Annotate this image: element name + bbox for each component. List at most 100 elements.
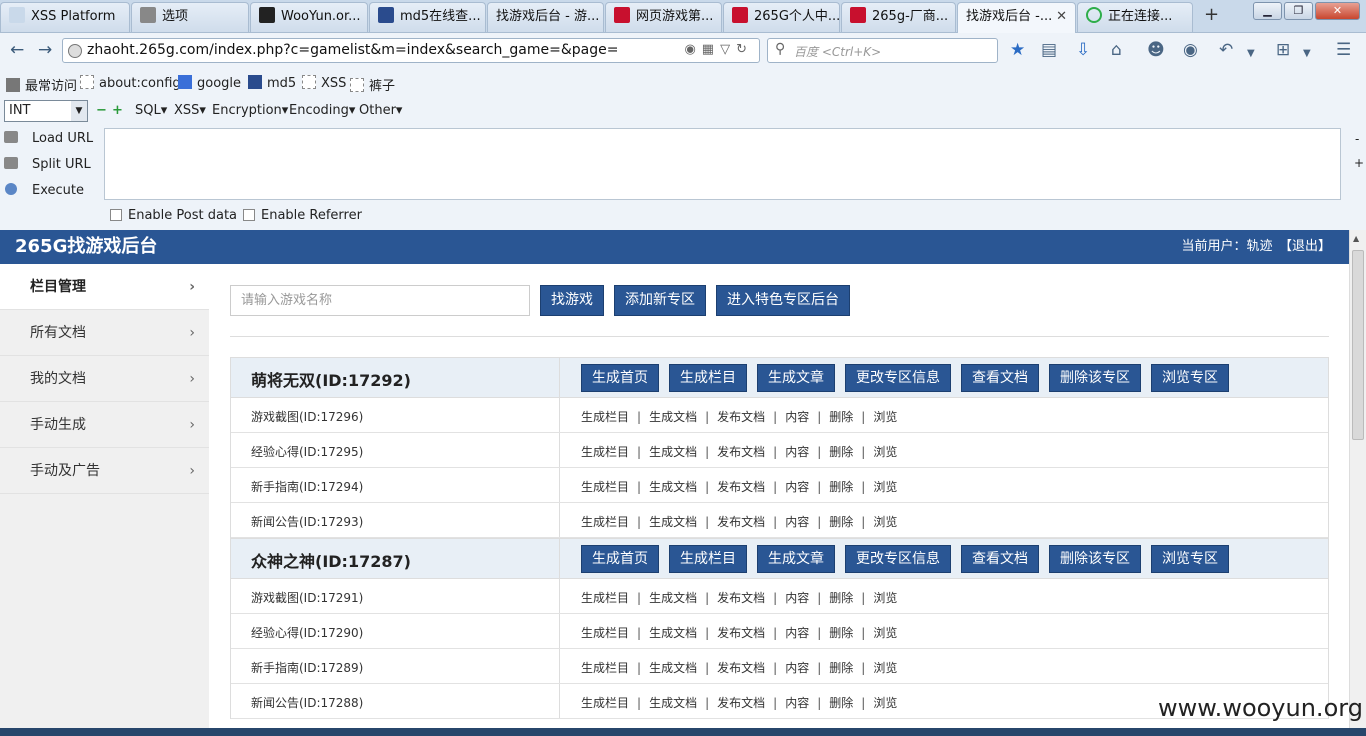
hackbar-menu-0[interactable]: SQL▾ [135, 103, 167, 118]
row-action-link[interactable]: 浏览 [873, 591, 897, 605]
row-action-link[interactable]: 浏览 [873, 515, 897, 529]
row-action-link[interactable]: 删除 [829, 445, 853, 459]
sidebar-item-2[interactable]: 我的文档 › [0, 356, 209, 402]
bookmark-star-icon[interactable]: ★ [1010, 40, 1025, 60]
row-action-link[interactable]: 生成栏目 [581, 410, 629, 424]
row-action-link[interactable]: 删除 [829, 696, 853, 710]
hackbar-action-2[interactable]: Execute [4, 183, 84, 198]
tab-3[interactable]: WooYun.or... [250, 2, 368, 32]
hackbar-action-0[interactable]: Load URL [4, 131, 93, 146]
row-action-link[interactable]: 生成栏目 [581, 626, 629, 640]
zone-action-button[interactable]: 查看文档 [961, 364, 1039, 392]
current-user-logout[interactable]: 当前用户：轨迹 【退出】 [1181, 235, 1331, 254]
zone-action-button[interactable]: 更改专区信息 [845, 545, 951, 573]
row-action-link[interactable]: 生成文档 [649, 661, 697, 675]
toolbar-button-0[interactable]: 找游戏 [540, 285, 604, 316]
download-icon[interactable]: ⇩ [1076, 40, 1090, 60]
row-action-link[interactable]: 发布文档 [717, 445, 765, 459]
row-action-link[interactable]: 内容 [785, 696, 809, 710]
row-action-link[interactable]: 删除 [829, 515, 853, 529]
sidebar-item-0[interactable]: 栏目管理 › [0, 264, 209, 310]
toolbar-button-2[interactable]: 进入特色专区后台 [716, 285, 850, 316]
minus-green-icon[interactable]: − [96, 103, 107, 118]
new-tab-button[interactable]: + [1204, 4, 1219, 25]
row-action-link[interactable]: 生成文档 [649, 626, 697, 640]
tab-5[interactable]: 找游戏后台 - 游... [487, 2, 604, 32]
hackbar-action-1[interactable]: Split URL [4, 157, 91, 172]
row-action-link[interactable]: 浏览 [873, 626, 897, 640]
tab-8[interactable]: 265g-厂商... [841, 2, 956, 32]
tab-6[interactable]: 网页游戏第... [605, 2, 722, 32]
bookmark-item[interactable]: 最常访问 [6, 75, 77, 94]
row-action-link[interactable]: 内容 [785, 445, 809, 459]
plus-green-icon[interactable]: + [112, 103, 123, 118]
reload-icon[interactable]: ◉▦▽↻ [684, 42, 753, 57]
scroll-up-icon[interactable]: ▲ [1353, 234, 1359, 243]
chat-icon[interactable]: ◉ [1183, 40, 1198, 60]
zone-action-button[interactable]: 生成栏目 [669, 545, 747, 573]
row-action-link[interactable]: 发布文档 [717, 591, 765, 605]
row-action-link[interactable]: 删除 [829, 410, 853, 424]
row-action-link[interactable]: 发布文档 [717, 696, 765, 710]
bookmarks-list-icon[interactable]: ▤ [1041, 40, 1057, 60]
row-action-link[interactable]: 内容 [785, 410, 809, 424]
bookmark-item[interactable]: about:config [80, 75, 181, 91]
address-bar[interactable]: zhaoht.265g.com/index.php?c=gamelist&m=i… [62, 38, 760, 63]
sidebar-item-3[interactable]: 手动生成 › [0, 402, 209, 448]
tab-9[interactable]: 找游戏后台 -... ✕ [957, 2, 1076, 33]
hackbar-checkbox-0[interactable]: Enable Post data [110, 208, 237, 223]
bookmark-item[interactable]: XSS [302, 75, 346, 91]
row-action-link[interactable]: 发布文档 [717, 661, 765, 675]
sidebar-item-4[interactable]: 手动及广告 › [0, 448, 209, 494]
vertical-scrollbar[interactable]: ▲ [1349, 230, 1366, 736]
chevron-down-icon[interactable]: ▼ [1247, 44, 1255, 64]
row-action-link[interactable]: 发布文档 [717, 626, 765, 640]
forward-arrow-icon[interactable]: → [38, 40, 52, 60]
scrollbar-thumb[interactable] [1352, 250, 1364, 440]
row-action-link[interactable]: 生成文档 [649, 480, 697, 494]
zone-action-button[interactable]: 生成首页 [581, 364, 659, 392]
row-action-link[interactable]: 内容 [785, 626, 809, 640]
sidebar-item-1[interactable]: 所有文档 › [0, 310, 209, 356]
row-action-link[interactable]: 内容 [785, 515, 809, 529]
undo-icon[interactable]: ↶ [1219, 40, 1233, 60]
zone-action-button[interactable]: 生成首页 [581, 545, 659, 573]
row-action-link[interactable]: 内容 [785, 591, 809, 605]
row-action-link[interactable]: 删除 [829, 626, 853, 640]
row-action-link[interactable]: 生成栏目 [581, 696, 629, 710]
row-action-link[interactable]: 发布文档 [717, 410, 765, 424]
close-window-button[interactable]: ✕ [1315, 2, 1360, 20]
zone-action-button[interactable]: 生成文章 [757, 545, 835, 573]
bookmark-item[interactable]: md5 [248, 75, 296, 91]
restore-button[interactable]: ❐ [1284, 2, 1313, 20]
zone-action-button[interactable]: 查看文档 [961, 545, 1039, 573]
zone-action-button[interactable]: 生成栏目 [669, 364, 747, 392]
minus-button[interactable]: - [1355, 132, 1359, 146]
menu-icon[interactable]: ☰ [1336, 40, 1351, 60]
tab-2[interactable]: 选项 [131, 2, 249, 32]
bookmark-item[interactable]: google [178, 75, 241, 91]
row-action-link[interactable]: 发布文档 [717, 480, 765, 494]
row-action-link[interactable]: 生成栏目 [581, 591, 629, 605]
search-box[interactable]: ⚲ 百度 <Ctrl+K> [767, 38, 998, 63]
hackbar-menu-1[interactable]: XSS▾ [174, 103, 206, 118]
row-action-link[interactable]: 内容 [785, 480, 809, 494]
row-action-link[interactable]: 浏览 [873, 661, 897, 675]
row-action-link[interactable]: 生成栏目 [581, 515, 629, 529]
tab-7[interactable]: 265G个人中... [723, 2, 840, 32]
close-tab-icon[interactable]: ✕ [1056, 3, 1067, 31]
plus-button[interactable]: + [1354, 156, 1364, 170]
home-icon[interactable]: ⌂ [1111, 40, 1122, 60]
type-select[interactable]: INT ▼ [4, 100, 88, 122]
hackbar-menu-3[interactable]: Encoding▾ [289, 103, 355, 118]
bookmark-item[interactable]: 裤子 [350, 75, 395, 94]
zone-action-button[interactable]: 删除该专区 [1049, 545, 1141, 573]
hackbar-checkbox-1[interactable]: Enable Referrer [243, 208, 362, 223]
minimize-button[interactable]: ▁ [1253, 2, 1282, 20]
game-search-input[interactable]: 请输入游戏名称 [230, 285, 530, 316]
zone-action-button[interactable]: 生成文章 [757, 364, 835, 392]
zone-action-button[interactable]: 删除该专区 [1049, 364, 1141, 392]
row-action-link[interactable]: 生成文档 [649, 410, 697, 424]
row-action-link[interactable]: 发布文档 [717, 515, 765, 529]
checkbox[interactable] [243, 209, 255, 221]
